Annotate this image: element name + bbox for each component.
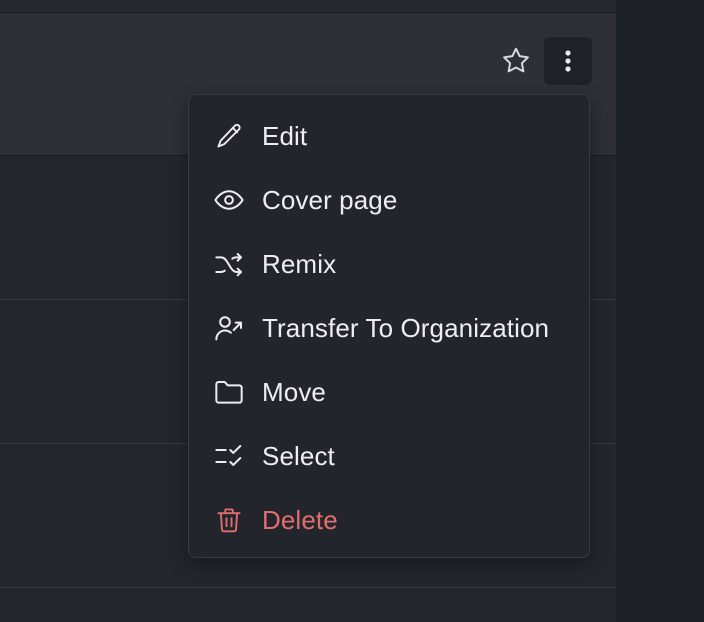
folder-icon: [213, 376, 245, 408]
menu-item-label: Transfer To Organization: [262, 312, 550, 343]
top-bar: [0, 0, 616, 13]
menu-item-label: Select: [262, 440, 335, 471]
menu-item-label: Move: [262, 376, 326, 407]
options-menu: Edit Cover page Remix Transfer To Organi…: [188, 94, 590, 558]
menu-item-edit[interactable]: Edit: [189, 104, 589, 168]
checklist-icon: [213, 440, 245, 472]
menu-item-remix[interactable]: Remix: [189, 232, 589, 296]
trash-icon: [213, 504, 245, 536]
star-icon: [500, 45, 532, 77]
menu-item-label: Remix: [262, 248, 337, 279]
pencil-icon: [213, 120, 245, 152]
menu-item-label: Delete: [262, 504, 338, 535]
right-gutter: [616, 0, 704, 622]
menu-item-label: Edit: [262, 120, 308, 151]
eye-icon: [213, 184, 245, 216]
menu-item-select[interactable]: Select: [189, 424, 589, 488]
more-options-button[interactable]: [544, 37, 592, 85]
user-transfer-icon: [213, 312, 245, 344]
menu-item-cover-page[interactable]: Cover page: [189, 168, 589, 232]
shuffle-icon: [213, 248, 245, 280]
menu-item-label: Cover page: [262, 184, 398, 215]
menu-item-delete[interactable]: Delete: [189, 488, 589, 552]
vertical-dots-icon: [558, 45, 578, 77]
favorite-button[interactable]: [496, 40, 536, 82]
menu-item-transfer-to-organization[interactable]: Transfer To Organization: [189, 296, 589, 360]
menu-item-move[interactable]: Move: [189, 360, 589, 424]
